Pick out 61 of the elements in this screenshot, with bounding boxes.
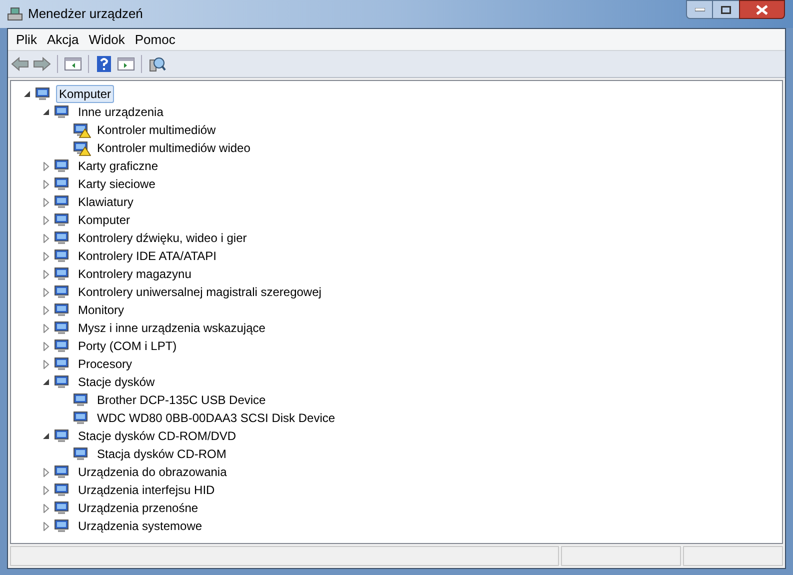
tree-item[interactable]: Stacje dysków CD-ROM/DVD (75, 427, 240, 445)
tree-item[interactable]: Stacja dysków CD-ROM (94, 445, 230, 463)
menu-item[interactable]: Pomoc (130, 30, 180, 50)
expand-arrow-icon[interactable] (42, 198, 51, 206)
expand-arrow-icon[interactable] (42, 486, 51, 494)
expand-arrow-icon[interactable] (42, 306, 51, 314)
tree-item[interactable]: Urządzenia systemowe (75, 517, 206, 535)
expand-arrow-icon[interactable] (42, 162, 51, 170)
expand-arrow-icon[interactable] (42, 504, 51, 512)
tree-item[interactable]: Karty graficzne (75, 157, 162, 175)
tree-item[interactable]: Urządzenia przenośne (75, 499, 202, 517)
tree-item[interactable]: Monitory (75, 301, 128, 319)
menu-item[interactable]: Plik (11, 30, 42, 50)
expand-arrow-icon[interactable] (42, 180, 51, 188)
tree-item[interactable]: Mysz i inne urządzenia wskazujące (75, 319, 268, 337)
tree-item[interactable]: Porty (COM i LPT) (75, 337, 180, 355)
minimize-icon (694, 8, 704, 12)
close-button[interactable] (739, 0, 785, 19)
collapse-arrow-icon[interactable] (23, 90, 32, 98)
tree-item[interactable]: Kontroler multimediów (94, 121, 219, 139)
tree-item[interactable]: Kontroler multimediów wideo (94, 139, 254, 157)
expand-arrow-icon[interactable] (42, 252, 51, 260)
expand-arrow-icon[interactable] (42, 342, 51, 350)
expand-arrow-icon[interactable] (42, 468, 51, 476)
back-arrow-icon[interactable] (10, 55, 30, 73)
tree-item[interactable]: Klawiatury (75, 193, 136, 211)
expand-arrow-icon[interactable] (42, 270, 51, 278)
maximize-icon (721, 6, 731, 14)
tree-item[interactable]: Karty sieciowe (75, 175, 158, 193)
tree-item[interactable]: Urządzenia interfejsu HID (75, 481, 218, 499)
menu-item[interactable]: Akcja (42, 30, 84, 50)
help-icon[interactable] (94, 55, 114, 73)
collapse-arrow-icon[interactable] (42, 108, 51, 116)
expand-arrow-icon[interactable] (42, 216, 51, 224)
expand-arrow-icon[interactable] (42, 360, 51, 368)
expand-arrow-icon[interactable] (42, 324, 51, 332)
expand-arrow-icon[interactable] (42, 288, 51, 296)
tree-item[interactable]: Urządzenia do obrazowania (75, 463, 230, 481)
tree-item[interactable]: Brother DCP-135C USB Device (94, 391, 269, 409)
tree-item[interactable]: Komputer (75, 211, 134, 229)
expand-arrow-icon[interactable] (42, 522, 51, 530)
tree-item[interactable]: Kontrolery magazynu (75, 265, 194, 283)
menu-item[interactable]: Widok (84, 30, 130, 50)
computer-icon (6, 6, 24, 22)
expand-arrow-icon[interactable] (42, 234, 51, 242)
close-icon (756, 4, 768, 14)
maximize-button[interactable] (713, 0, 739, 19)
scan-hardware-icon[interactable] (147, 55, 167, 73)
tree-item[interactable]: Komputer (56, 85, 114, 103)
collapse-arrow-icon[interactable] (42, 432, 51, 440)
minimize-button[interactable] (686, 0, 713, 19)
tree-item[interactable]: Kontrolery dźwięku, wideo i gier (75, 229, 250, 247)
tree-item[interactable]: WDC WD80 0BB-00DAA3 SCSI Disk Device (94, 409, 338, 427)
forward-arrow-icon[interactable] (32, 55, 52, 73)
tree-item[interactable]: Inne urządzenia (75, 103, 166, 121)
collapse-arrow-icon[interactable] (42, 378, 51, 386)
tree-item[interactable]: Stacje dysków (75, 373, 158, 391)
tree-item[interactable]: Kontrolery uniwersalnej magistrali szeregowej (75, 283, 324, 301)
window-title: Menedżer urządzeń (28, 5, 143, 24)
tree-item[interactable]: Kontrolery IDE ATA/ATAPI (75, 247, 220, 265)
tree-item[interactable]: Procesory (75, 355, 136, 373)
